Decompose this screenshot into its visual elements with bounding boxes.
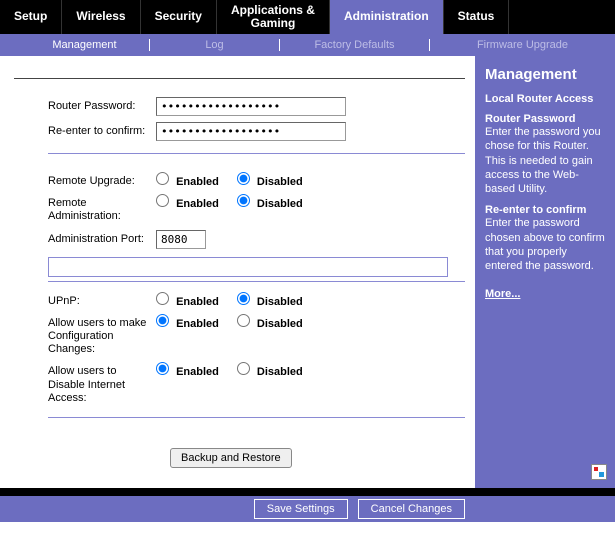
admin-port-input[interactable] <box>156 230 206 249</box>
footer-bar: Save Settings Cancel Changes <box>0 496 615 522</box>
remote-admin-label: Remote Administration: <box>14 194 156 223</box>
subnav-firmware-upgrade[interactable]: Firmware Upgrade <box>430 39 615 51</box>
side-more-link[interactable]: More... <box>485 288 520 300</box>
sub-nav: Management Log Factory Defaults Firmware… <box>0 34 615 56</box>
footer-divider <box>0 488 615 496</box>
upnp-disabled[interactable]: Disabled <box>237 292 303 308</box>
upnp-label: UPnP: <box>14 292 156 308</box>
nav-applications-gaming[interactable]: Applications & Gaming <box>217 0 330 34</box>
subnav-management[interactable]: Management <box>20 39 150 51</box>
router-password-input[interactable] <box>156 97 346 116</box>
upnp-enabled[interactable]: Enabled <box>156 292 219 308</box>
side-re-title: Re-enter to confirm <box>485 204 607 216</box>
empty-box <box>48 257 448 277</box>
main-panel: Router Password: Re-enter to confirm: Re… <box>0 56 475 488</box>
allow-disable-disabled[interactable]: Disabled <box>237 362 303 378</box>
remote-admin-enabled[interactable]: Enabled <box>156 194 219 210</box>
router-password-label: Router Password: <box>14 97 156 113</box>
nav-status[interactable]: Status <box>444 0 510 34</box>
reenter-label: Re-enter to confirm: <box>14 122 156 138</box>
broken-image-icon <box>591 464 607 480</box>
side-help-panel: Management Local Router Access Router Pa… <box>475 56 615 488</box>
allow-disable-enabled[interactable]: Enabled <box>156 362 219 378</box>
remote-upgrade-disabled[interactable]: Disabled <box>237 172 303 188</box>
nav-wireless[interactable]: Wireless <box>62 0 140 34</box>
backup-restore-button[interactable]: Backup and Restore <box>170 448 292 468</box>
cancel-changes-button[interactable]: Cancel Changes <box>358 499 465 519</box>
allow-disable-label: Allow users to Disable Internet Access: <box>14 362 156 405</box>
reenter-password-input[interactable] <box>156 122 346 141</box>
remote-upgrade-enabled[interactable]: Enabled <box>156 172 219 188</box>
nav-spacer <box>509 0 615 34</box>
remote-admin-disabled[interactable]: Disabled <box>237 194 303 210</box>
side-rp-text: Enter the password you chose for this Ro… <box>485 125 607 196</box>
side-re-text: Enter the password chosen above to confi… <box>485 216 607 273</box>
top-nav: Setup Wireless Security Applications & G… <box>0 0 615 34</box>
side-title: Management <box>485 66 607 83</box>
nav-setup[interactable]: Setup <box>0 0 62 34</box>
nav-administration[interactable]: Administration <box>330 0 444 34</box>
subnav-factory-defaults[interactable]: Factory Defaults <box>280 39 430 51</box>
allow-config-enabled[interactable]: Enabled <box>156 314 219 330</box>
nav-security[interactable]: Security <box>141 0 217 34</box>
subnav-log[interactable]: Log <box>150 39 280 51</box>
side-rp-title: Router Password <box>485 113 607 125</box>
admin-port-label: Administration Port: <box>14 230 156 246</box>
save-settings-button[interactable]: Save Settings <box>254 499 348 519</box>
allow-config-disabled[interactable]: Disabled <box>237 314 303 330</box>
allow-config-label: Allow users to make Configuration Change… <box>14 314 156 357</box>
side-section1-title: Local Router Access <box>485 93 607 105</box>
remote-upgrade-label: Remote Upgrade: <box>14 172 156 188</box>
